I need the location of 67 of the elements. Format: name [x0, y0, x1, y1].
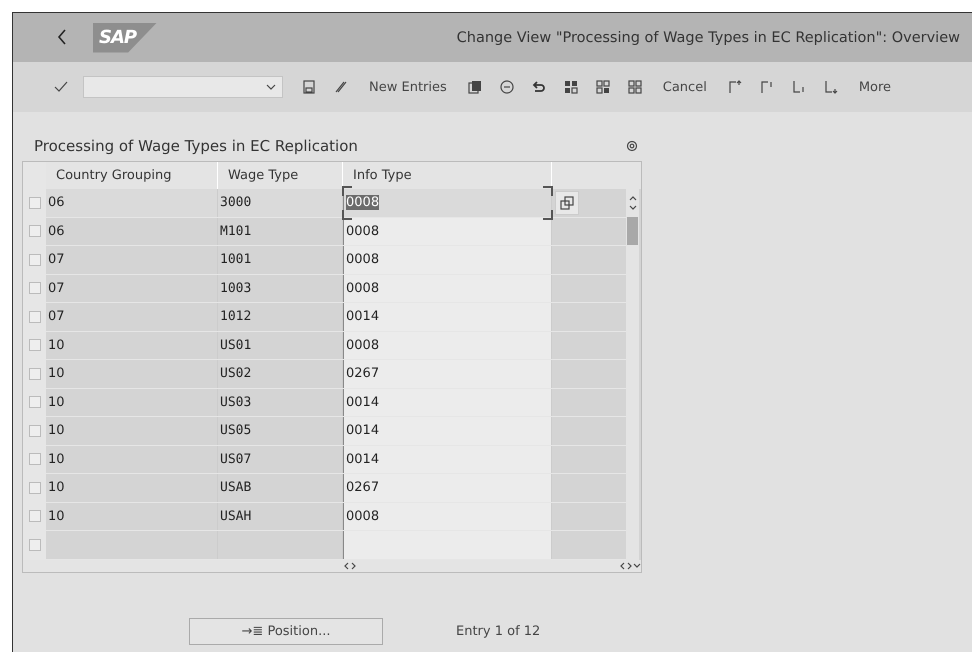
row-select-checkbox[interactable]	[28, 196, 40, 209]
last-page-icon	[822, 79, 839, 95]
logo: SAP	[93, 22, 157, 52]
table-cell: 3000	[218, 189, 343, 216]
copy-icon	[560, 196, 574, 210]
table-cell: 06	[46, 218, 218, 245]
row-select-checkbox[interactable]	[28, 310, 40, 323]
chevron-down-icon	[266, 84, 276, 90]
table-cell: 07	[46, 246, 218, 274]
input-field[interactable]: 0014	[343, 417, 552, 444]
minus-circle-icon	[498, 79, 515, 95]
row-select-checkbox[interactable]	[28, 282, 40, 294]
grid-select-icon	[562, 79, 579, 95]
cancel-button[interactable]: Cancel	[650, 72, 719, 102]
back-icon	[57, 28, 67, 44]
settings-icon[interactable]	[626, 140, 638, 152]
grid-block-icon	[594, 79, 611, 95]
table-cell: 10	[46, 388, 218, 416]
input-field[interactable]: 0014	[343, 388, 552, 416]
command-field[interactable]	[83, 76, 283, 98]
save-icon	[301, 79, 317, 95]
input-field[interactable]: 0008	[343, 274, 552, 302]
table-cell: 10	[46, 474, 218, 502]
table-cell: 10	[46, 360, 218, 388]
table-cell: 07	[46, 274, 218, 302]
value-help-button[interactable]	[555, 191, 579, 215]
entry-count: Entry 1 of 12	[456, 624, 540, 638]
row-select-checkbox[interactable]	[28, 225, 40, 238]
row-select-checkbox[interactable]	[28, 453, 40, 466]
input-field[interactable]: 0008	[343, 332, 552, 359]
more-button[interactable]: More	[846, 72, 904, 102]
table-cell: 10	[46, 417, 218, 444]
first-page-icon	[726, 79, 743, 95]
scroll-left-right-icon[interactable]	[619, 562, 633, 570]
row-select-checkbox[interactable]	[28, 510, 40, 522]
table-cell: 06	[46, 189, 218, 216]
input-field[interactable]: 0267	[343, 474, 552, 502]
input-field[interactable]: 0008	[343, 218, 552, 245]
chevron-down-icon[interactable]	[633, 562, 641, 570]
input-field[interactable]: 0008	[343, 502, 552, 530]
check-icon	[54, 81, 68, 93]
input-field[interactable]: 0014	[343, 303, 552, 330]
row-select-checkbox[interactable]	[28, 482, 40, 494]
input-field[interactable]: 0014	[343, 446, 552, 473]
new-entries-button[interactable]: New Entries	[357, 72, 459, 102]
input-field[interactable]	[343, 531, 552, 558]
input-field[interactable]: 0008	[343, 246, 552, 274]
window-title: Change View "Processing of Wage Types in EC Replication": Overview	[456, 30, 960, 46]
position-button[interactable]: →≣ Position...	[189, 618, 383, 644]
row-select-checkbox[interactable]	[28, 368, 40, 380]
table-cell: 07	[46, 303, 218, 330]
undo-icon	[530, 79, 547, 95]
scroll-left-right-icon[interactable]	[343, 562, 357, 570]
row-select-checkbox[interactable]	[28, 254, 40, 266]
table-cell: 10	[46, 446, 218, 473]
row-select-checkbox[interactable]	[28, 396, 40, 408]
scroll-up-down-icon[interactable]	[628, 195, 636, 211]
copy-icon	[466, 79, 483, 95]
grid-deselect-icon	[626, 79, 643, 95]
row-select-checkbox[interactable]	[28, 339, 40, 352]
input-field[interactable]: 0267	[343, 360, 552, 388]
table-title: Processing of Wage Types in EC Replication	[33, 137, 358, 155]
row-select-checkbox[interactable]	[28, 424, 40, 437]
table-cell: 10	[46, 332, 218, 359]
row-select-checkbox[interactable]	[28, 538, 40, 551]
scrollbar-thumb[interactable]	[627, 217, 638, 245]
table-cell: 10	[46, 502, 218, 530]
